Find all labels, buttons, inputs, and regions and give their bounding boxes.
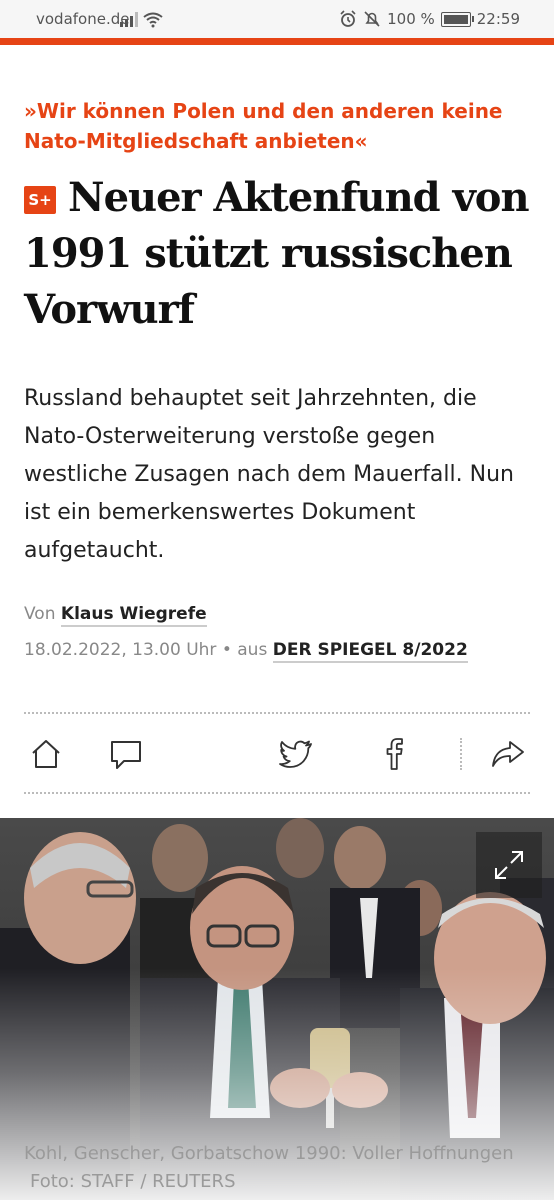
article-lead: Russland behauptet seit Jahrzehnten, die…: [24, 386, 514, 563]
expand-photo-button[interactable]: [476, 832, 542, 898]
share-icon: [492, 741, 524, 767]
status-right: 100 % 22:59: [339, 10, 520, 28]
photo-caption: Kohl, Genscher, Gorbatschow 1990: Voller…: [24, 1143, 514, 1164]
dateline: 18.02.2022, 13.00 Uhr • aus DER SPIEGEL …: [24, 640, 468, 663]
action-separator: [460, 738, 462, 770]
home-button[interactable]: [24, 732, 68, 776]
expand-icon: [495, 851, 523, 879]
facebook-share-button[interactable]: [374, 732, 418, 776]
headline-text: Neuer Aktenfund von 1991 stützt russisch…: [24, 174, 530, 333]
dot-separator: •: [221, 640, 232, 660]
home-icon: [32, 740, 60, 768]
photo-caption-block: Kohl, Genscher, Gorbatschow 1990: Voller…: [24, 1140, 534, 1196]
divider-bottom: [24, 792, 530, 794]
author-link[interactable]: Klaus Wiegrefe: [60, 604, 207, 627]
action-bar: [24, 726, 530, 782]
alarm-icon: [340, 10, 356, 27]
comment-icon: [111, 741, 141, 769]
publish-date: 18.02.2022, 13.00 Uhr: [24, 640, 217, 660]
twitter-icon: [279, 740, 312, 768]
source-prefix: aus: [237, 640, 268, 660]
mute-icon: [364, 11, 380, 27]
signal-wifi-icons: [120, 10, 164, 32]
divider-top: [24, 712, 530, 714]
byline: Von Klaus Wiegrefe: [24, 604, 207, 627]
comments-button[interactable]: [104, 732, 148, 776]
clock: 22:59: [476, 10, 520, 28]
battery-icon: [440, 11, 474, 27]
battery-percent: 100 %: [387, 10, 435, 28]
byline-prefix: Von: [24, 604, 56, 624]
carrier-name: vodafone.de: [36, 10, 130, 28]
brand-accent-bar: [0, 38, 554, 45]
facebook-icon: [386, 738, 403, 770]
article-headline[interactable]: S+ Neuer Aktenfund von 1991 stützt russis…: [24, 170, 534, 338]
twitter-share-button[interactable]: [274, 732, 318, 776]
photo-credit: Foto: STAFF / REUTERS: [30, 1171, 236, 1192]
signal-icon: [120, 12, 163, 28]
article-kicker: »Wir können Polen und den anderen keine …: [24, 99, 503, 153]
issue-link[interactable]: DER SPIEGEL 8/2022: [272, 640, 468, 663]
spiegel-plus-badge: S+: [24, 186, 56, 214]
status-bar: vodafone.de 100 % 22:59: [0, 0, 554, 38]
share-button[interactable]: [486, 732, 530, 776]
